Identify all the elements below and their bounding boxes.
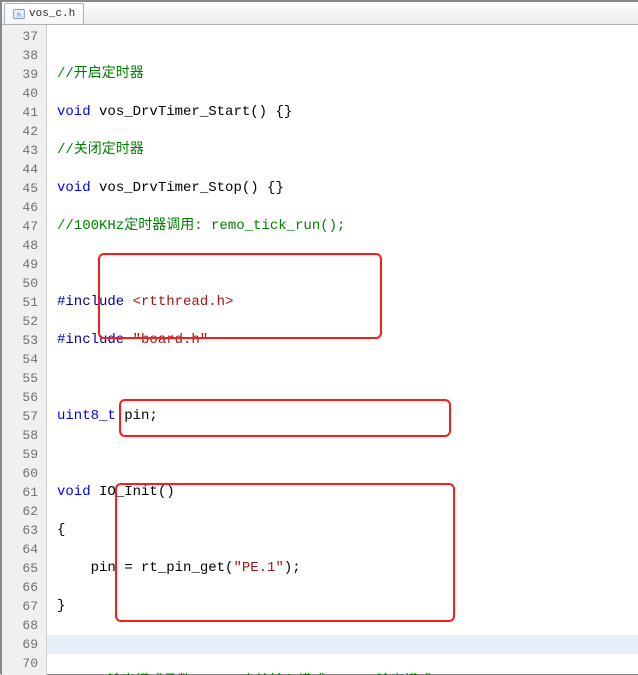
line-number: 61	[2, 483, 46, 502]
line-number: 39	[2, 65, 46, 84]
code-line[interactable]	[47, 369, 638, 388]
line-number: 43	[2, 141, 46, 160]
editor: 3738394041424344454647484950515253545556…	[2, 25, 638, 675]
code-line[interactable]: //100KHz定时器调用: remo_tick_run();	[47, 217, 638, 236]
file-tab[interactable]: h vos_c.h	[4, 3, 84, 24]
line-number: 68	[2, 616, 46, 635]
line-number: 49	[2, 255, 46, 274]
code-line[interactable]: #include <rtthread.h>	[47, 293, 638, 312]
line-number: 57	[2, 407, 46, 426]
line-number: 55	[2, 369, 46, 388]
code-line[interactable]: void vos_DrvTimer_Stop() {}	[47, 179, 638, 198]
code-line[interactable]: //开启定时器	[47, 65, 638, 84]
code-line[interactable]: pin = rt_pin_get("PE.1");	[47, 559, 638, 578]
code-line[interactable]: {	[47, 521, 638, 540]
line-number: 54	[2, 350, 46, 369]
line-number: 53	[2, 331, 46, 350]
code-line[interactable]: }	[47, 597, 638, 616]
code-line[interactable]	[47, 27, 638, 46]
code-line[interactable]	[47, 255, 638, 274]
line-number: 66	[2, 578, 46, 597]
header-file-icon: h	[13, 8, 25, 20]
line-number: 41	[2, 103, 46, 122]
line-number: 42	[2, 122, 46, 141]
code-line[interactable]	[47, 445, 638, 464]
line-number: 67	[2, 597, 46, 616]
line-number: 60	[2, 464, 46, 483]
line-number: 62	[2, 502, 46, 521]
code-line[interactable]: void IO_Init()	[47, 483, 638, 502]
line-number-gutter: 3738394041424344454647484950515253545556…	[2, 25, 47, 675]
line-number: 50	[2, 274, 46, 293]
line-number: 44	[2, 160, 46, 179]
line-number: 58	[2, 426, 46, 445]
code-line[interactable]: uint8_t pin;	[47, 407, 638, 426]
code-content[interactable]: //开启定时器 void vos_DrvTimer_Start() {} //关…	[47, 25, 638, 675]
line-number: 46	[2, 198, 46, 217]
line-number: 40	[2, 84, 46, 103]
line-number: 70	[2, 654, 46, 673]
line-number: 65	[2, 559, 46, 578]
line-number: 64	[2, 540, 46, 559]
svg-text:h: h	[17, 12, 21, 19]
code-area[interactable]: //开启定时器 void vos_DrvTimer_Start() {} //关…	[47, 25, 638, 675]
line-number: 52	[2, 312, 46, 331]
line-number: 48	[2, 236, 46, 255]
line-number: 56	[2, 388, 46, 407]
line-number: 38	[2, 46, 46, 65]
tab-bar: h vos_c.h	[2, 2, 638, 25]
code-line[interactable]: //关闭定时器	[47, 141, 638, 160]
line-number: 69	[2, 635, 46, 654]
tab-filename: vos_c.h	[29, 8, 75, 20]
line-number: 45	[2, 179, 46, 198]
code-line[interactable]: void vos_DrvTimer_Start() {}	[47, 103, 638, 122]
line-number: 59	[2, 445, 46, 464]
code-line[interactable]	[47, 635, 638, 654]
line-number: 63	[2, 521, 46, 540]
line-number: 51	[2, 293, 46, 312]
line-number: 37	[2, 27, 46, 46]
line-number: 47	[2, 217, 46, 236]
code-line[interactable]: #include "board.h"	[47, 331, 638, 350]
